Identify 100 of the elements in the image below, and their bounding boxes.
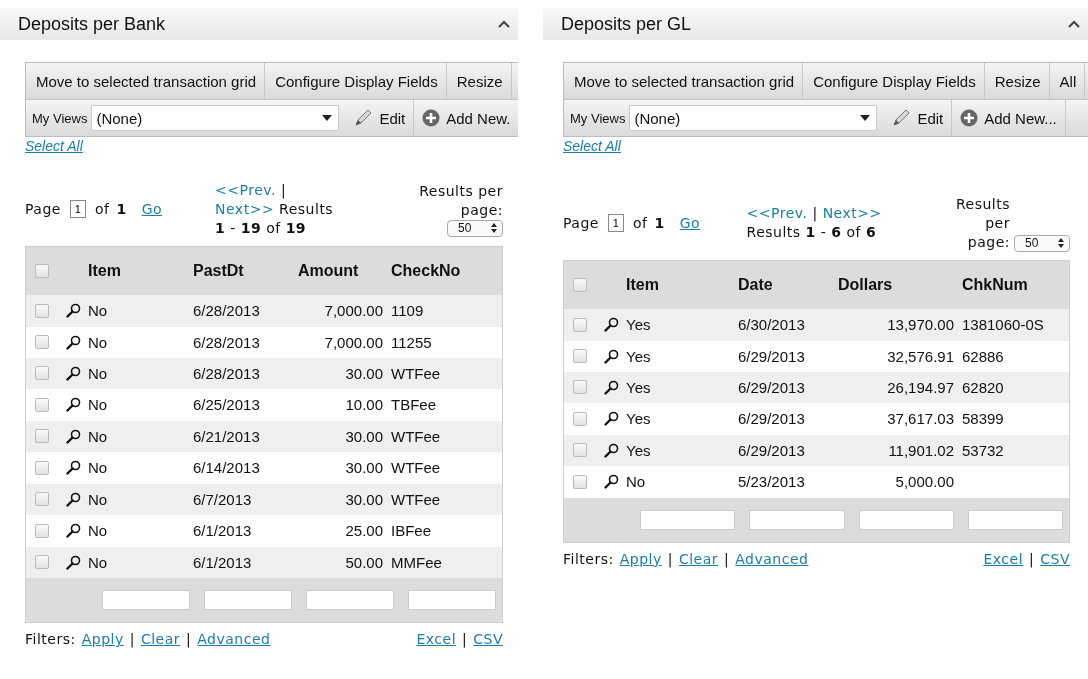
row-checkbox[interactable]	[35, 460, 49, 475]
results-label: Results	[279, 199, 334, 219]
toolbar-button[interactable]: All	[1049, 63, 1086, 99]
row-checkbox[interactable]	[573, 411, 587, 426]
row-checkbox[interactable]	[35, 429, 49, 444]
search-icon[interactable]	[65, 334, 81, 350]
row-checkbox[interactable]	[35, 523, 49, 538]
table-row[interactable]: Yes 6/29/2013 26,194.97 62820	[564, 371, 1069, 403]
table-row[interactable]: Yes 6/29/2013 11,901.02 53732	[564, 434, 1069, 466]
row-checkbox[interactable]	[35, 303, 49, 318]
next-link[interactable]: Next>>	[215, 199, 275, 219]
select-all-link[interactable]: Select All	[25, 138, 83, 154]
filter-input[interactable]	[204, 590, 292, 610]
header-checkbox[interactable]	[35, 264, 49, 278]
go-link[interactable]: Go	[679, 215, 701, 231]
search-icon[interactable]	[65, 365, 81, 381]
export-link[interactable]: CSV	[1040, 550, 1070, 567]
edit-button[interactable]: Edit	[883, 100, 953, 136]
search-icon[interactable]	[65, 428, 81, 444]
table-row[interactable]: No 6/28/2013 7,000.00 1109	[26, 295, 502, 327]
row-checkbox[interactable]	[35, 366, 49, 381]
table-cell: Yes	[626, 441, 651, 459]
filter-link[interactable]: Apply	[619, 550, 662, 567]
search-icon[interactable]	[65, 460, 81, 476]
up-down-arrows-icon	[491, 223, 497, 233]
page-input[interactable]: 1	[607, 214, 624, 232]
search-icon[interactable]	[603, 411, 619, 427]
row-checkbox[interactable]	[573, 443, 587, 458]
filter-input[interactable]	[967, 509, 1063, 530]
next-link[interactable]: Next>>	[822, 204, 882, 223]
table-row[interactable]: Yes 6/30/2013 13,970.00 1381060-0S	[564, 309, 1069, 341]
table-row[interactable]: No 6/7/2013 30.00 WTFee	[26, 483, 502, 515]
filter-input[interactable]	[640, 509, 736, 530]
search-icon[interactable]	[65, 397, 81, 413]
table-cell: No	[88, 490, 108, 508]
per-page-select[interactable]: 50	[1014, 234, 1070, 252]
per-page-select[interactable]: 50	[447, 219, 503, 237]
table-row[interactable]: No 6/21/2013 30.00 WTFee	[26, 420, 502, 452]
toolbar-button[interactable]: Resize	[984, 63, 1050, 99]
edit-button[interactable]: Edit	[345, 100, 415, 136]
row-checkbox[interactable]	[573, 317, 587, 332]
table-cell: 6/25/2013	[193, 396, 260, 414]
filter-link[interactable]: Apply	[81, 631, 124, 647]
search-icon[interactable]	[603, 379, 619, 395]
column-header: CheckNo	[391, 262, 461, 280]
export-link[interactable]: CSV	[473, 631, 503, 647]
views-label: My Views	[31, 110, 89, 126]
search-icon[interactable]	[65, 491, 81, 507]
search-icon[interactable]	[65, 303, 81, 319]
select-all-link[interactable]: Select All	[563, 138, 621, 154]
row-checkbox[interactable]	[35, 335, 49, 349]
toolbar-button[interactable]: Move to selected transaction grid	[564, 63, 804, 99]
filter-link[interactable]: Clear	[678, 550, 719, 567]
add-button[interactable]: Add New...	[952, 100, 1066, 136]
separator: |	[667, 550, 673, 567]
table-cell-text: 32,576.91	[887, 347, 955, 365]
collapse-icon[interactable]	[498, 20, 510, 28]
search-icon[interactable]	[65, 554, 81, 570]
table-cell: 6/28/2013	[193, 302, 260, 320]
filter-input[interactable]	[102, 590, 190, 610]
table-row[interactable]: No 6/1/2013 50.00 MMFee	[26, 546, 502, 578]
filter-input[interactable]	[306, 590, 394, 610]
search-icon[interactable]	[603, 317, 619, 333]
table-cell: 6/1/2013	[193, 553, 252, 571]
header-checkbox[interactable]	[573, 278, 587, 292]
prev-link[interactable]: <<Prev.	[746, 204, 808, 223]
toolbar-button[interactable]: Resize	[446, 63, 512, 99]
filter-link[interactable]: Clear	[140, 631, 181, 647]
search-icon[interactable]	[65, 523, 81, 539]
export-link[interactable]: Excel	[983, 550, 1024, 567]
row-checkbox[interactable]	[573, 349, 587, 363]
collapse-icon[interactable]	[1068, 20, 1080, 28]
column-header: Date	[738, 276, 773, 294]
toolbar-button[interactable]: Configure Display Fields	[265, 63, 447, 99]
pencil-icon	[353, 108, 374, 128]
row-checkbox[interactable]	[35, 555, 49, 570]
export-link[interactable]: Excel	[416, 631, 457, 647]
page-input[interactable]: 1	[69, 200, 86, 218]
filter-input[interactable]	[858, 509, 954, 530]
toolbar-button[interactable]: Move to selected transaction grid	[26, 63, 266, 99]
table-cell: 6/21/2013	[193, 427, 260, 445]
filter-input[interactable]	[749, 509, 845, 530]
go-link[interactable]: Go	[141, 201, 163, 217]
row-checkbox[interactable]	[573, 380, 587, 395]
row-checkbox[interactable]	[35, 492, 49, 507]
filter-link[interactable]: Advanced	[197, 631, 271, 647]
search-icon[interactable]	[603, 348, 619, 364]
views-dropdown[interactable]: (None)	[91, 105, 340, 131]
row-checkbox[interactable]	[573, 474, 587, 489]
table-row[interactable]: No 6/28/2013 30.00 WTFee	[26, 357, 502, 389]
search-icon[interactable]	[603, 442, 619, 458]
search-icon[interactable]	[603, 474, 619, 490]
views-dropdown[interactable]: (None)	[629, 105, 878, 131]
add-button[interactable]: Add New.	[414, 100, 518, 136]
of-label: of	[632, 215, 648, 231]
toolbar-button[interactable]: Configure Display Fields	[803, 63, 985, 99]
filter-link[interactable]: Advanced	[735, 550, 809, 567]
row-checkbox[interactable]	[35, 397, 49, 412]
filter-input[interactable]	[408, 590, 496, 610]
prev-link[interactable]: <<Prev.	[215, 180, 276, 200]
